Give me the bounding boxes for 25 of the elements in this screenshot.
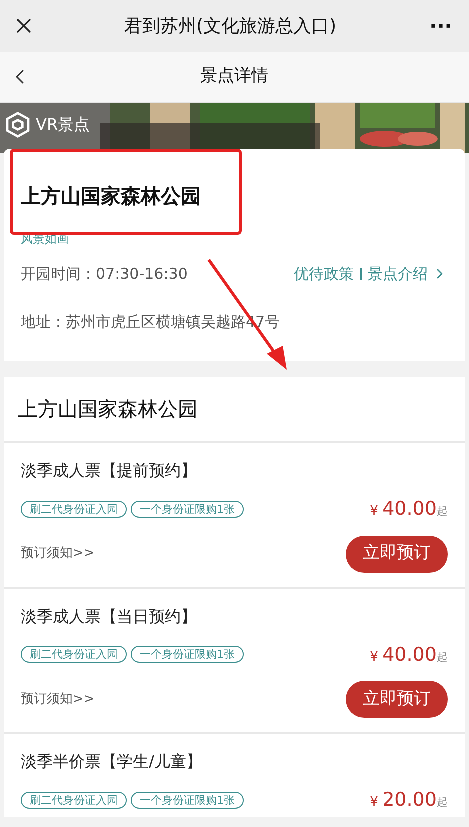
ticket-tag: 一个身份证限购1张 xyxy=(131,500,244,518)
spot-name: 上方山国家森林公园 xyxy=(21,183,202,210)
window-title: 君到苏州(文化旅游总入口) xyxy=(123,14,338,38)
ticket-tag: 刷二代身份证入园 xyxy=(21,792,127,809)
price: ¥ 40.00起 xyxy=(370,497,448,522)
book-now-button[interactable]: 立即预订 xyxy=(346,681,448,718)
page-title: 景点详情 xyxy=(200,65,270,88)
book-now-button[interactable]: 立即预订 xyxy=(346,536,448,572)
ticket-name: 淡季成人票【提前预约】 xyxy=(21,460,198,482)
opening-hours: 开园时间：07:30-16:30 xyxy=(21,264,189,285)
policy-link[interactable]: 优待政策 xyxy=(294,263,354,286)
price: ¥ 20.00起 xyxy=(370,788,448,813)
more-button[interactable]: ··· xyxy=(425,11,457,41)
intro-link[interactable]: 景点介绍 xyxy=(368,263,428,286)
ticket-tag: 刷二代身份证入园 xyxy=(21,646,127,664)
ticket-tag: 刷二代身份证入园 xyxy=(21,500,127,518)
price: ¥ 40.00起 xyxy=(370,642,448,668)
ticket-tag: 一个身份证限购1张 xyxy=(131,792,244,809)
cube-icon[interactable] xyxy=(4,111,32,139)
booking-notice-link[interactable]: 预订须知>> xyxy=(21,690,95,710)
ticket-tag: 一个身份证限购1张 xyxy=(131,646,244,664)
section-title: 上方山国家森林公园 xyxy=(4,377,465,443)
ticket-name: 淡季成人票【当日预约】 xyxy=(21,606,198,628)
ticket-name: 淡季半价票【学生/儿童】 xyxy=(21,751,204,773)
booking-notice-link[interactable]: 预订须知>> xyxy=(21,544,95,564)
